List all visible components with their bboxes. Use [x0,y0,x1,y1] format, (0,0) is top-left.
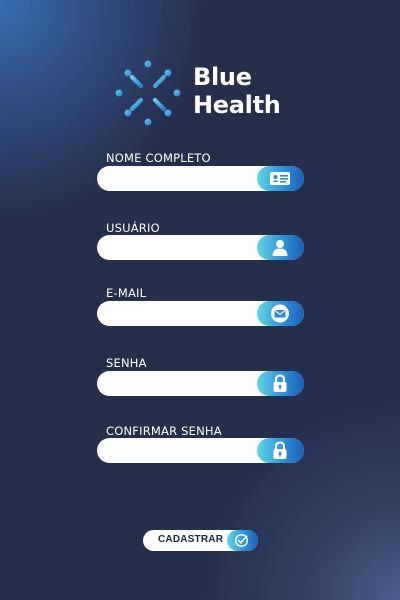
confirm-password-field[interactable] [97,438,304,463]
register-button[interactable]: CADASTRAR [143,530,258,551]
register-button-label: CADASTRAR [158,534,224,545]
confirm-password-input[interactable] [109,438,254,463]
user-icon [272,240,288,256]
brand-name-line1: Blue [193,63,252,91]
password-input[interactable] [109,371,254,396]
email-field[interactable] [97,301,304,326]
id-card-icon [270,172,290,185]
brand-name: Blue Health [193,63,281,119]
username-field[interactable] [97,235,304,260]
email-icon-badge [257,301,304,326]
full-name-label: NOME COMPLETO [106,151,211,165]
full-name-field[interactable] [97,166,304,191]
username-icon-badge [257,235,304,260]
username-label: USUÁRIO [106,221,160,235]
brand-logo: Blue Health [114,60,284,126]
email-input[interactable] [109,301,254,326]
email-label: E-MAIL [106,286,147,300]
register-icon-badge [227,530,258,551]
confirm-password-label: CONFIRMAR SENHA [106,424,222,438]
full-name-input[interactable] [109,166,254,191]
lock-icon [273,374,287,392]
check-circle-icon [234,533,249,548]
envelope-icon [271,304,289,323]
lock-icon [273,441,287,459]
confirm-password-icon-badge [257,438,304,463]
brand-name-line2: Health [193,91,281,119]
password-label: SENHA [106,356,147,370]
password-field[interactable] [97,371,304,396]
password-icon-badge [257,371,304,396]
full-name-icon-badge [257,166,304,191]
username-input[interactable] [109,235,254,260]
brand-logo-icon [115,60,181,126]
